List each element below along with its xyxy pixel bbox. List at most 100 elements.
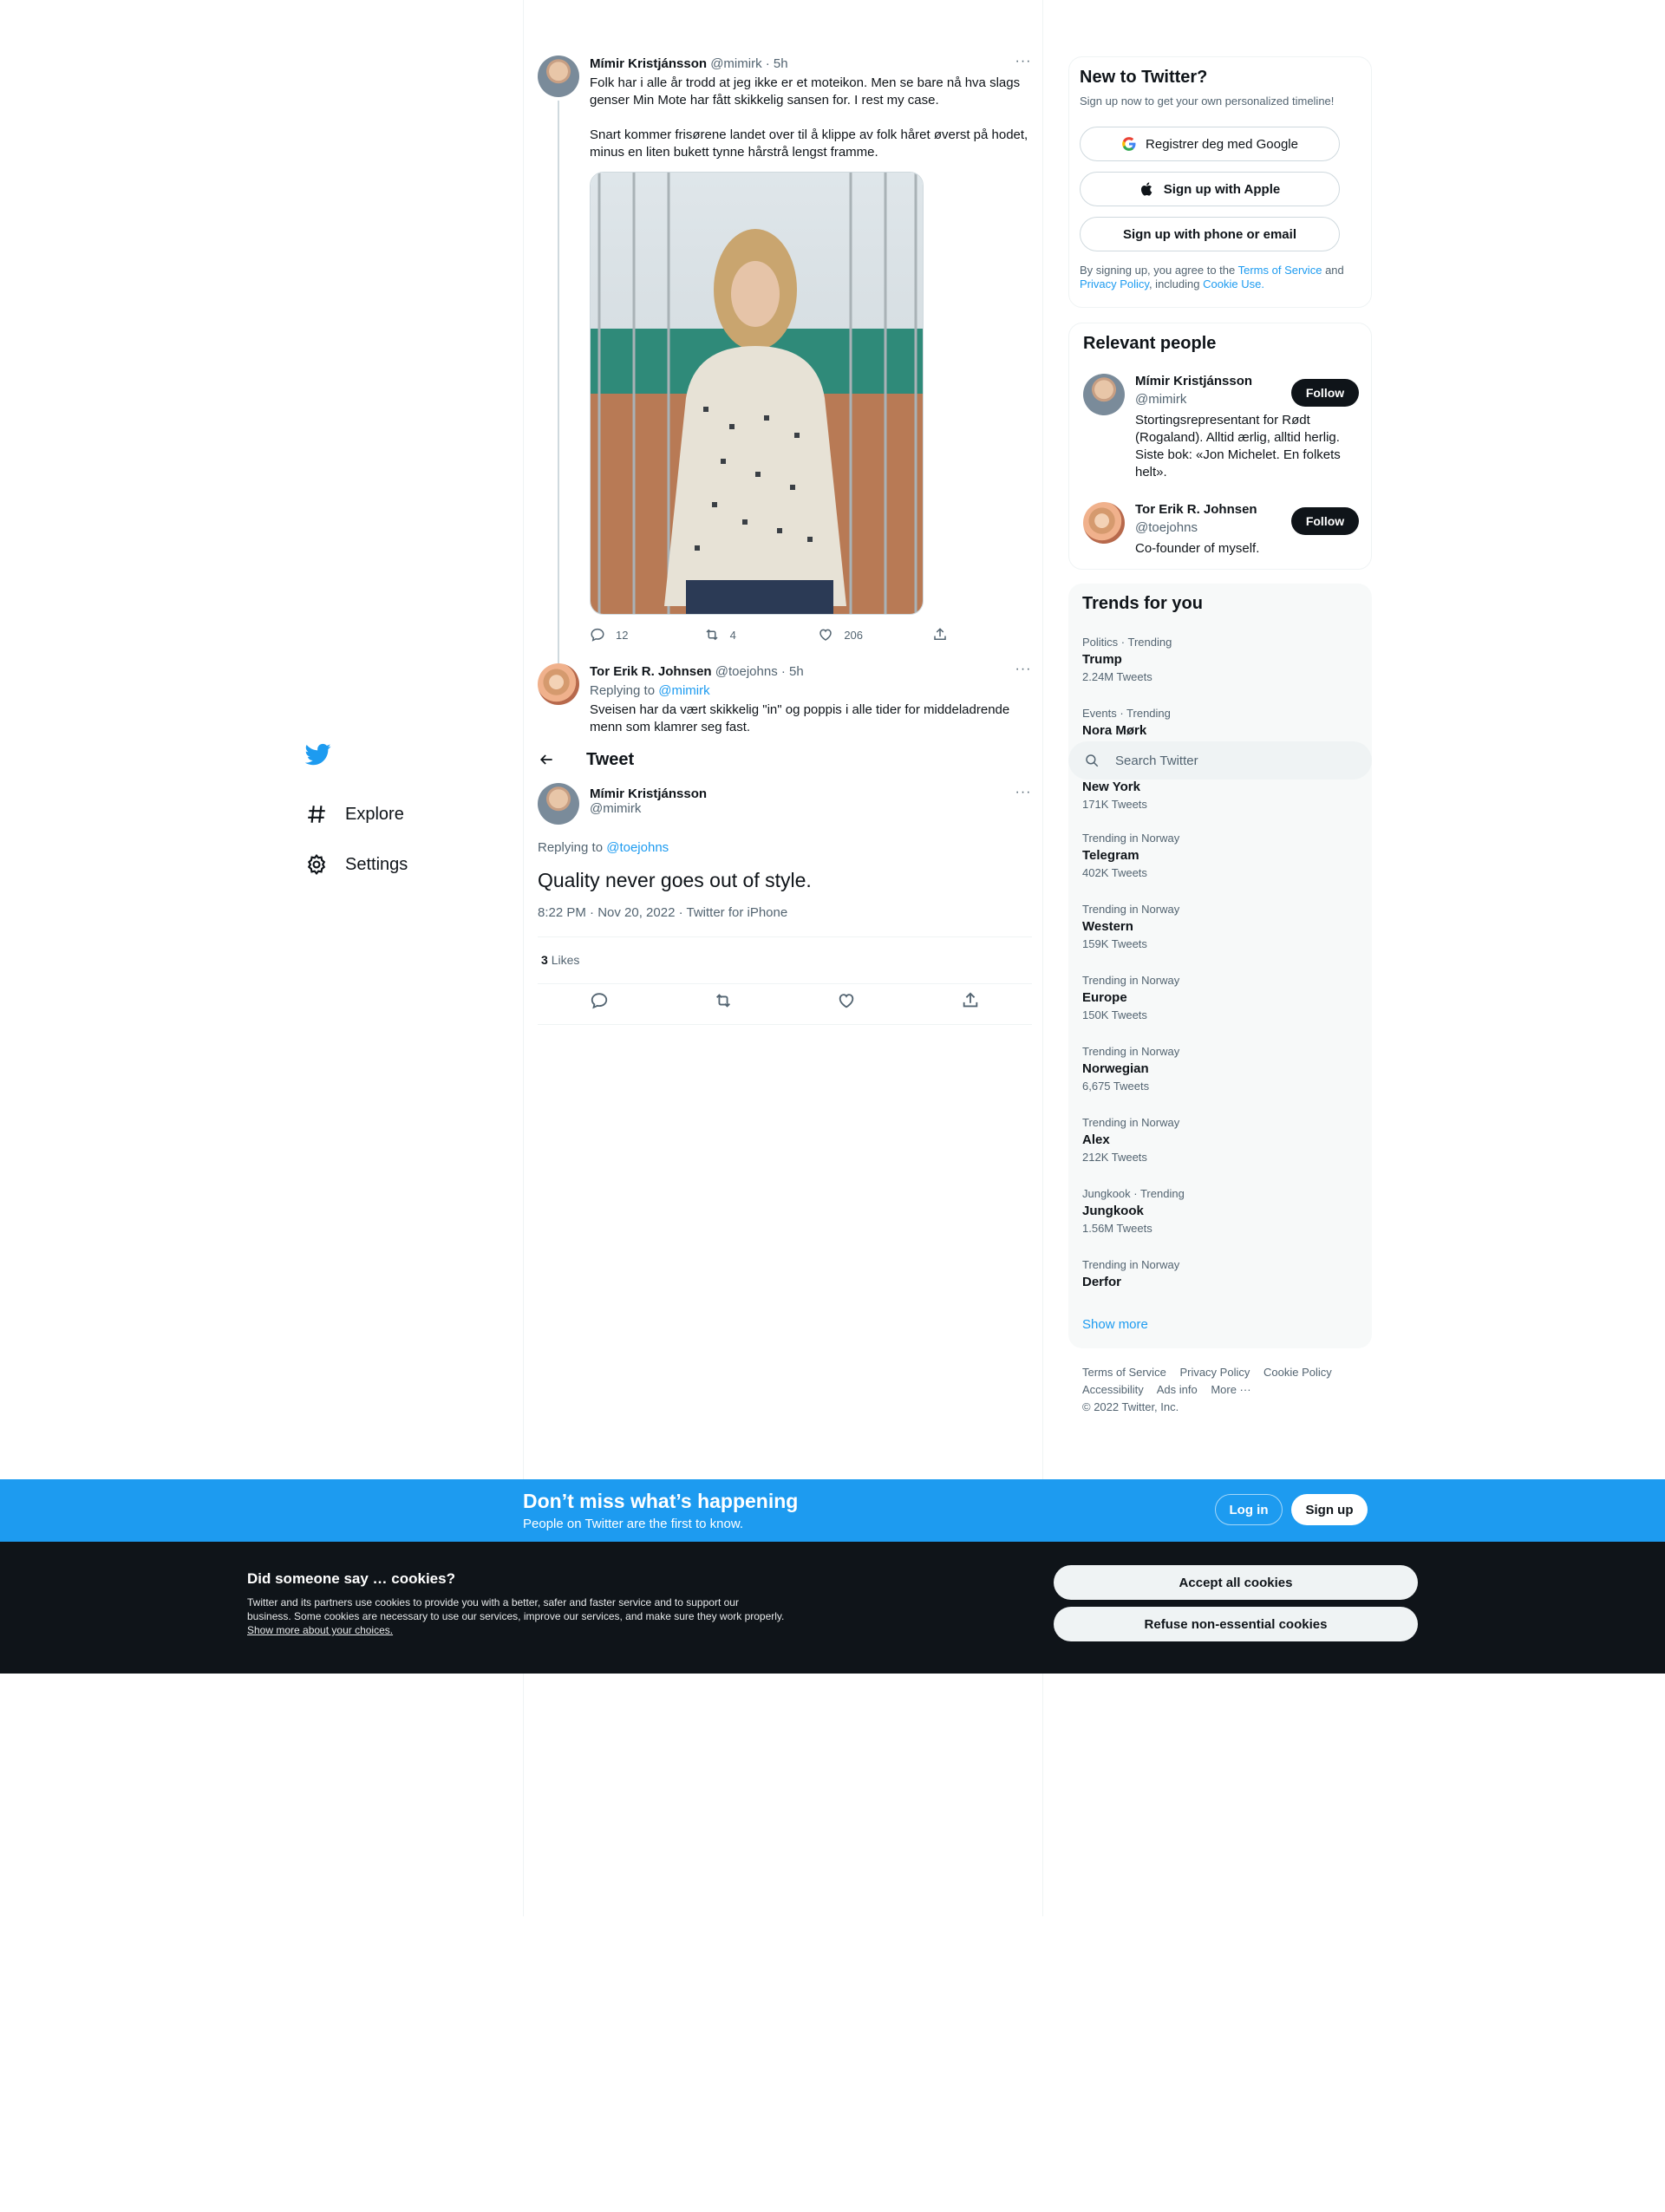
cookie-choices-link[interactable]: Show more about your choices. (247, 1624, 393, 1636)
share-button[interactable] (932, 627, 958, 643)
person-name[interactable]: Mímir Kristjánsson (1135, 374, 1287, 388)
author-name[interactable]: Mímir Kristjánsson (590, 56, 707, 71)
terms-link[interactable]: Terms of Service (1238, 264, 1322, 277)
footer-link-terms[interactable]: Terms of Service (1082, 1366, 1166, 1379)
trend-item[interactable]: New York 171K Tweets (1082, 776, 1358, 811)
avatar[interactable] (538, 663, 579, 705)
retweet-icon[interactable] (714, 991, 733, 1010)
search-icon (1086, 754, 1099, 767)
thread-tweet-tor[interactable]: Tor Erik R. Johnsen @toejohns · 5h ··· R… (538, 662, 1032, 741)
trend-item[interactable]: Trending in Norway Derfor (1082, 1258, 1358, 1289)
likes-stat[interactable]: 3 Likes (541, 953, 579, 967)
author-handle[interactable]: @mimirk (590, 801, 707, 816)
people-title: Relevant people (1083, 334, 1217, 353)
retweet-count: 4 (729, 628, 736, 642)
tweet-date[interactable]: 8:22 PM · Nov 20, 2022 · Twitter for iPh… (538, 905, 787, 920)
nav-explore[interactable]: Explore (305, 797, 404, 832)
author-handle[interactable]: @mimirk (710, 56, 761, 71)
trend-count: 6,675 Tweets (1082, 1080, 1150, 1093)
cookie-use-link[interactable]: Cookie Use. (1203, 277, 1264, 290)
google-signup-button[interactable]: Registrer deg med Google (1080, 127, 1340, 161)
signup-button[interactable]: Sign up (1291, 1494, 1368, 1525)
trend-context: Trending in Norway (1082, 1258, 1180, 1271)
footer-link-accessibility[interactable]: Accessibility (1082, 1383, 1144, 1396)
trend-item[interactable]: Trending in Norway Telegram 402K Tweets (1082, 832, 1358, 879)
show-more-link[interactable]: Show more (1082, 1317, 1148, 1332)
trend-context: Trending in Norway (1082, 1045, 1180, 1058)
replying-to-link[interactable]: @mimirk (658, 683, 709, 698)
trend-name: Alex (1082, 1132, 1110, 1147)
reply-button[interactable]: 12 (590, 627, 682, 643)
footer-link-cookies[interactable]: Cookie Policy (1263, 1366, 1332, 1379)
replying-to-link[interactable]: @toejohns (606, 840, 669, 855)
more-options-icon[interactable]: ··· (1015, 786, 1032, 804)
trend-item[interactable]: Events · Trending Nora Mørk (1082, 707, 1358, 738)
banner-headline: Don’t miss what’s happening (523, 1490, 799, 1512)
trend-count: 402K Tweets (1082, 866, 1147, 879)
thread-tweet-mimir[interactable]: Mímir Kristjánsson @mimirk · 5h ··· Folk… (538, 55, 1032, 695)
copyright: © 2022 Twitter, Inc. (1082, 1400, 1179, 1413)
google-signup-label: Registrer deg med Google (1146, 136, 1298, 152)
person-name[interactable]: Tor Erik R. Johnsen (1135, 502, 1287, 517)
phone-signup-button[interactable]: Sign up with phone or email (1080, 217, 1340, 251)
follow-button[interactable]: Follow (1291, 507, 1359, 535)
reply-icon[interactable] (590, 991, 609, 1010)
sidebar-footer: Terms of Service Privacy Policy Cookie P… (1082, 1364, 1360, 1416)
avatar[interactable] (538, 55, 579, 97)
nav-settings[interactable]: Settings (305, 847, 408, 882)
trend-context: Trending in Norway (1082, 974, 1180, 987)
more-options-icon[interactable]: ··· (1015, 55, 1032, 73)
more-options-icon[interactable]: ··· (1015, 662, 1032, 681)
follow-button[interactable]: Follow (1291, 379, 1359, 407)
tweet-time[interactable]: · 5h (766, 56, 788, 71)
trend-item[interactable]: Trending in Norway Europe 150K Tweets (1082, 974, 1358, 1021)
share-icon[interactable] (961, 991, 980, 1010)
like-button[interactable]: 206 (818, 627, 910, 643)
privacy-link[interactable]: Privacy Policy (1080, 277, 1149, 290)
refuse-cookies-button[interactable]: Refuse non-essential cookies (1054, 1607, 1418, 1641)
trend-item[interactable]: Trending in Norway Western 159K Tweets (1082, 903, 1358, 950)
author-handle[interactable]: @toejohns (715, 664, 778, 679)
like-count: 206 (844, 628, 864, 642)
tweet-photo[interactable] (590, 172, 924, 615)
replying-label: Replying to (538, 840, 604, 855)
trend-item[interactable]: Trending in Norway Alex 212K Tweets (1082, 1116, 1358, 1164)
trend-context: Trending in Norway (1082, 832, 1180, 845)
google-icon (1122, 137, 1136, 151)
trend-item[interactable]: Politics · Trending Trump 2.24M Tweets (1082, 636, 1358, 683)
avatar[interactable] (1083, 374, 1125, 415)
login-banner: Don’t miss what’s happening People on Tw… (0, 1479, 1665, 1542)
trend-name: Trump (1082, 652, 1122, 667)
heart-icon[interactable] (837, 991, 856, 1010)
person-bio: Co-founder of myself. (1135, 541, 1260, 556)
relevant-people-card: Relevant people Mímir Kristjánsson @mimi… (1068, 323, 1372, 570)
avatar[interactable] (1083, 502, 1125, 544)
footer-link-ads-info[interactable]: Ads info (1157, 1383, 1198, 1396)
login-button[interactable]: Log in (1215, 1494, 1283, 1525)
back-arrow-icon[interactable] (538, 751, 555, 768)
person-handle[interactable]: @toejohns (1135, 520, 1287, 535)
avatar[interactable] (538, 783, 579, 825)
author-name[interactable]: Tor Erik R. Johnsen (590, 664, 712, 679)
search-bar[interactable] (1068, 741, 1372, 780)
trend-item[interactable]: Jungkook · Trending Jungkook 1.56M Tweet… (1082, 1187, 1358, 1235)
retweet-button[interactable]: 4 (704, 627, 796, 643)
accept-cookies-button[interactable]: Accept all cookies (1054, 1565, 1418, 1600)
footer-link-more[interactable]: More ··· (1211, 1383, 1250, 1396)
tweet-time[interactable]: · 5h (781, 664, 804, 679)
twitter-bird-icon[interactable] (304, 741, 335, 771)
divider (538, 983, 1032, 984)
apple-signup-button[interactable]: Sign up with Apple (1080, 172, 1340, 206)
phone-signup-label: Sign up with phone or email (1122, 226, 1296, 242)
footer-link-privacy[interactable]: Privacy Policy (1179, 1366, 1250, 1379)
nav-settings-label: Settings (345, 854, 408, 874)
trend-name: New York (1082, 780, 1140, 794)
signup-title: New to Twitter? (1080, 68, 1208, 87)
trend-item[interactable]: Trending in Norway Norwegian 6,675 Tweet… (1082, 1045, 1358, 1093)
trends-card: Trends for you Politics · Trending Trump… (1068, 584, 1372, 1348)
author-name[interactable]: Mímir Kristjánsson (590, 786, 707, 801)
tweet-paragraph-1: Folk har i alle år trodd at jeg ikke er … (590, 75, 1021, 108)
search-input[interactable] (1115, 753, 1341, 768)
person-handle[interactable]: @mimirk (1135, 392, 1287, 407)
person-bio: Stortingsrepresentant for Rødt (Rogaland… (1135, 413, 1341, 480)
